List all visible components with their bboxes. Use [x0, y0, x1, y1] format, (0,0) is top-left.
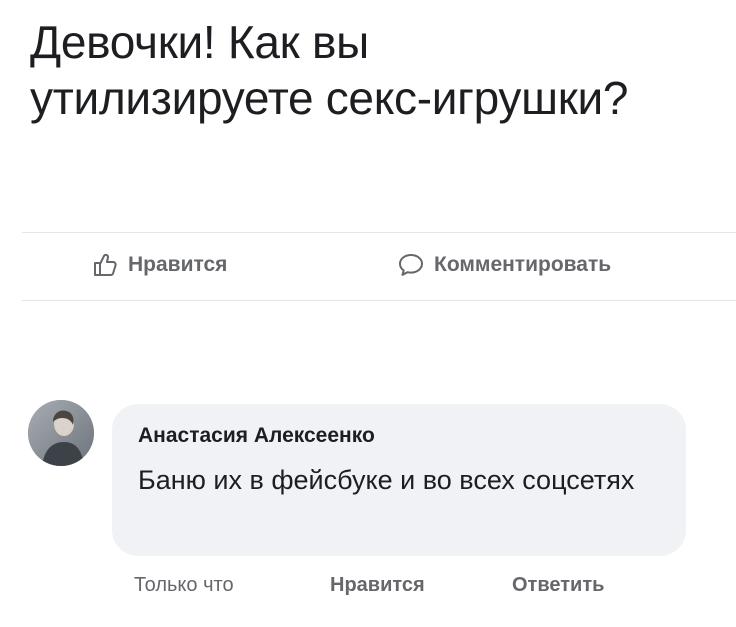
post-text: Девочки! Как вы утилизируете секс-игрушк…	[30, 16, 629, 124]
comment-author[interactable]: Анастасия Алексеенко	[138, 424, 375, 448]
comment-text: Баню их в фейсбуке и во всех соцсетях	[138, 465, 635, 495]
comment-timestamp: Только что	[134, 574, 234, 596]
comment-like-link[interactable]: Нравится	[330, 574, 425, 597]
comment-button-label: Комментировать	[434, 253, 612, 276]
thumbs-up-icon	[92, 252, 118, 278]
like-button-label: Нравится	[128, 253, 228, 276]
speech-bubble-icon	[398, 252, 424, 278]
actions-divider-bottom	[22, 300, 736, 301]
comment-bubble: Анастасия Алексеенко Баню их в фейсбуке …	[112, 404, 686, 556]
comment-button[interactable]: Комментировать	[398, 252, 611, 278]
like-button[interactable]: Нравится	[92, 252, 227, 278]
avatar[interactable]	[28, 400, 94, 466]
actions-divider-top	[22, 232, 736, 233]
comment-reply-link[interactable]: Ответить	[512, 574, 604, 597]
